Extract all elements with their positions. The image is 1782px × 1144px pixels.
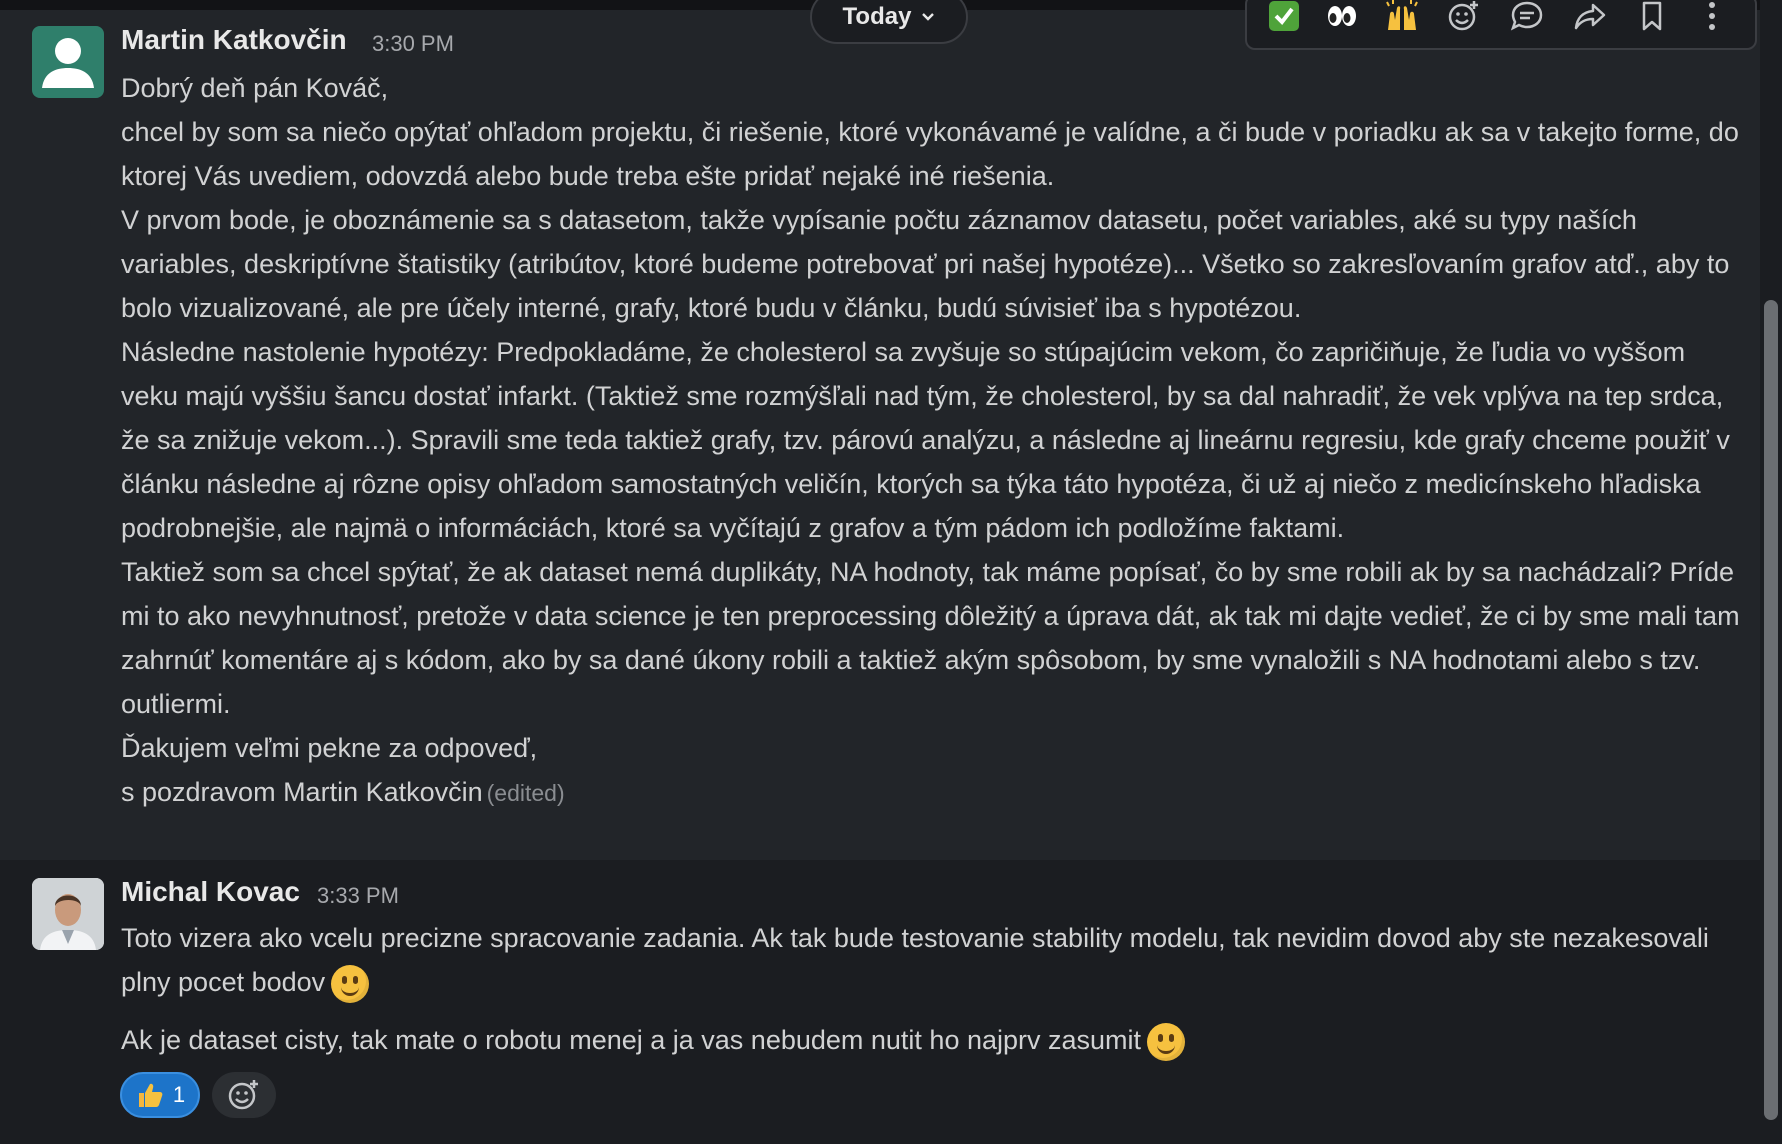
- message-paragraph: Toto vizera ako vcelu precizne spracovan…: [121, 916, 1731, 1004]
- add-reaction-icon: [1448, 1, 1478, 31]
- avatar[interactable]: [32, 878, 104, 950]
- timestamp[interactable]: 3:33 PM: [317, 883, 399, 909]
- add-reaction-toolbar-button[interactable]: [1439, 0, 1489, 36]
- bookmark-icon: [1642, 1, 1662, 31]
- reply-in-thread-button[interactable]: [1502, 0, 1552, 36]
- share-icon: [1574, 3, 1606, 30]
- chevron-down-icon: [922, 13, 935, 21]
- signature-text: s pozdravom Martin Katkovčin: [121, 777, 483, 807]
- timestamp[interactable]: 3:30 PM: [372, 31, 454, 57]
- message-paragraph: Ďakujem veľmi pekne za odpoveď,: [121, 733, 538, 763]
- more-actions-icon: [1709, 2, 1715, 30]
- slightly-smiling-face-emoji: [1147, 1022, 1186, 1061]
- message-paragraph: chcel by som sa niečo opýtať ohľadom pro…: [121, 117, 1739, 191]
- message-paragraph: Dobrý deň pán Kováč,: [121, 73, 389, 103]
- save-for-later-button[interactable]: [1627, 0, 1677, 36]
- scrollbar-thumb[interactable]: [1764, 300, 1778, 1120]
- sender-name[interactable]: Martin Katkovčin: [121, 24, 347, 56]
- add-reaction-button[interactable]: [212, 1072, 276, 1118]
- react-eyes-button[interactable]: [1317, 0, 1367, 36]
- message-paragraph: Ak je dataset cisty, tak mate o robotu m…: [121, 1018, 1731, 1062]
- message-paragraph: V prvom bode, je oboznámenie sa s datase…: [121, 205, 1730, 323]
- react-raised-hands-button[interactable]: [1377, 0, 1427, 36]
- date-divider-button[interactable]: Today: [810, 0, 968, 44]
- message-paragraph: Taktiež som sa chcel spýtať, že ak datas…: [121, 557, 1740, 719]
- check-mark-emoji: [1269, 1, 1299, 31]
- edited-label: (edited): [486, 780, 565, 806]
- more-actions-button[interactable]: [1687, 0, 1737, 36]
- sender-name[interactable]: Michal Kovac: [121, 876, 300, 908]
- reaction-count: 1: [172, 1082, 186, 1107]
- eyes-emoji: [1328, 6, 1356, 26]
- date-divider-label: Today: [842, 3, 912, 30]
- raised-hands-emoji: [1386, 0, 1418, 30]
- avatar[interactable]: [32, 26, 104, 98]
- message-actions-toolbar: [1245, 0, 1757, 50]
- message-body: Dobrý deň pán Kováč, chcel by som sa nie…: [121, 66, 1746, 815]
- thumbs-up-emoji: [138, 1083, 163, 1107]
- reply-in-thread-icon: [1510, 1, 1543, 31]
- react-check-mark-button[interactable]: [1259, 0, 1309, 36]
- share-message-button[interactable]: [1565, 0, 1615, 36]
- user-photo-icon: [32, 878, 104, 950]
- add-reaction-icon: [228, 1080, 258, 1110]
- reaction-thumbs-up[interactable]: 1: [120, 1072, 200, 1118]
- message-paragraph: Následne nastolenie hypotézy: Predpoklad…: [121, 337, 1730, 543]
- message-text: Ak je dataset cisty, tak mate o robotu m…: [121, 1025, 1142, 1055]
- slightly-smiling-face-emoji: [331, 964, 370, 1003]
- message-paragraph: s pozdravom Martin Katkovčin (edited): [121, 770, 1746, 815]
- default-user-icon: [42, 38, 94, 88]
